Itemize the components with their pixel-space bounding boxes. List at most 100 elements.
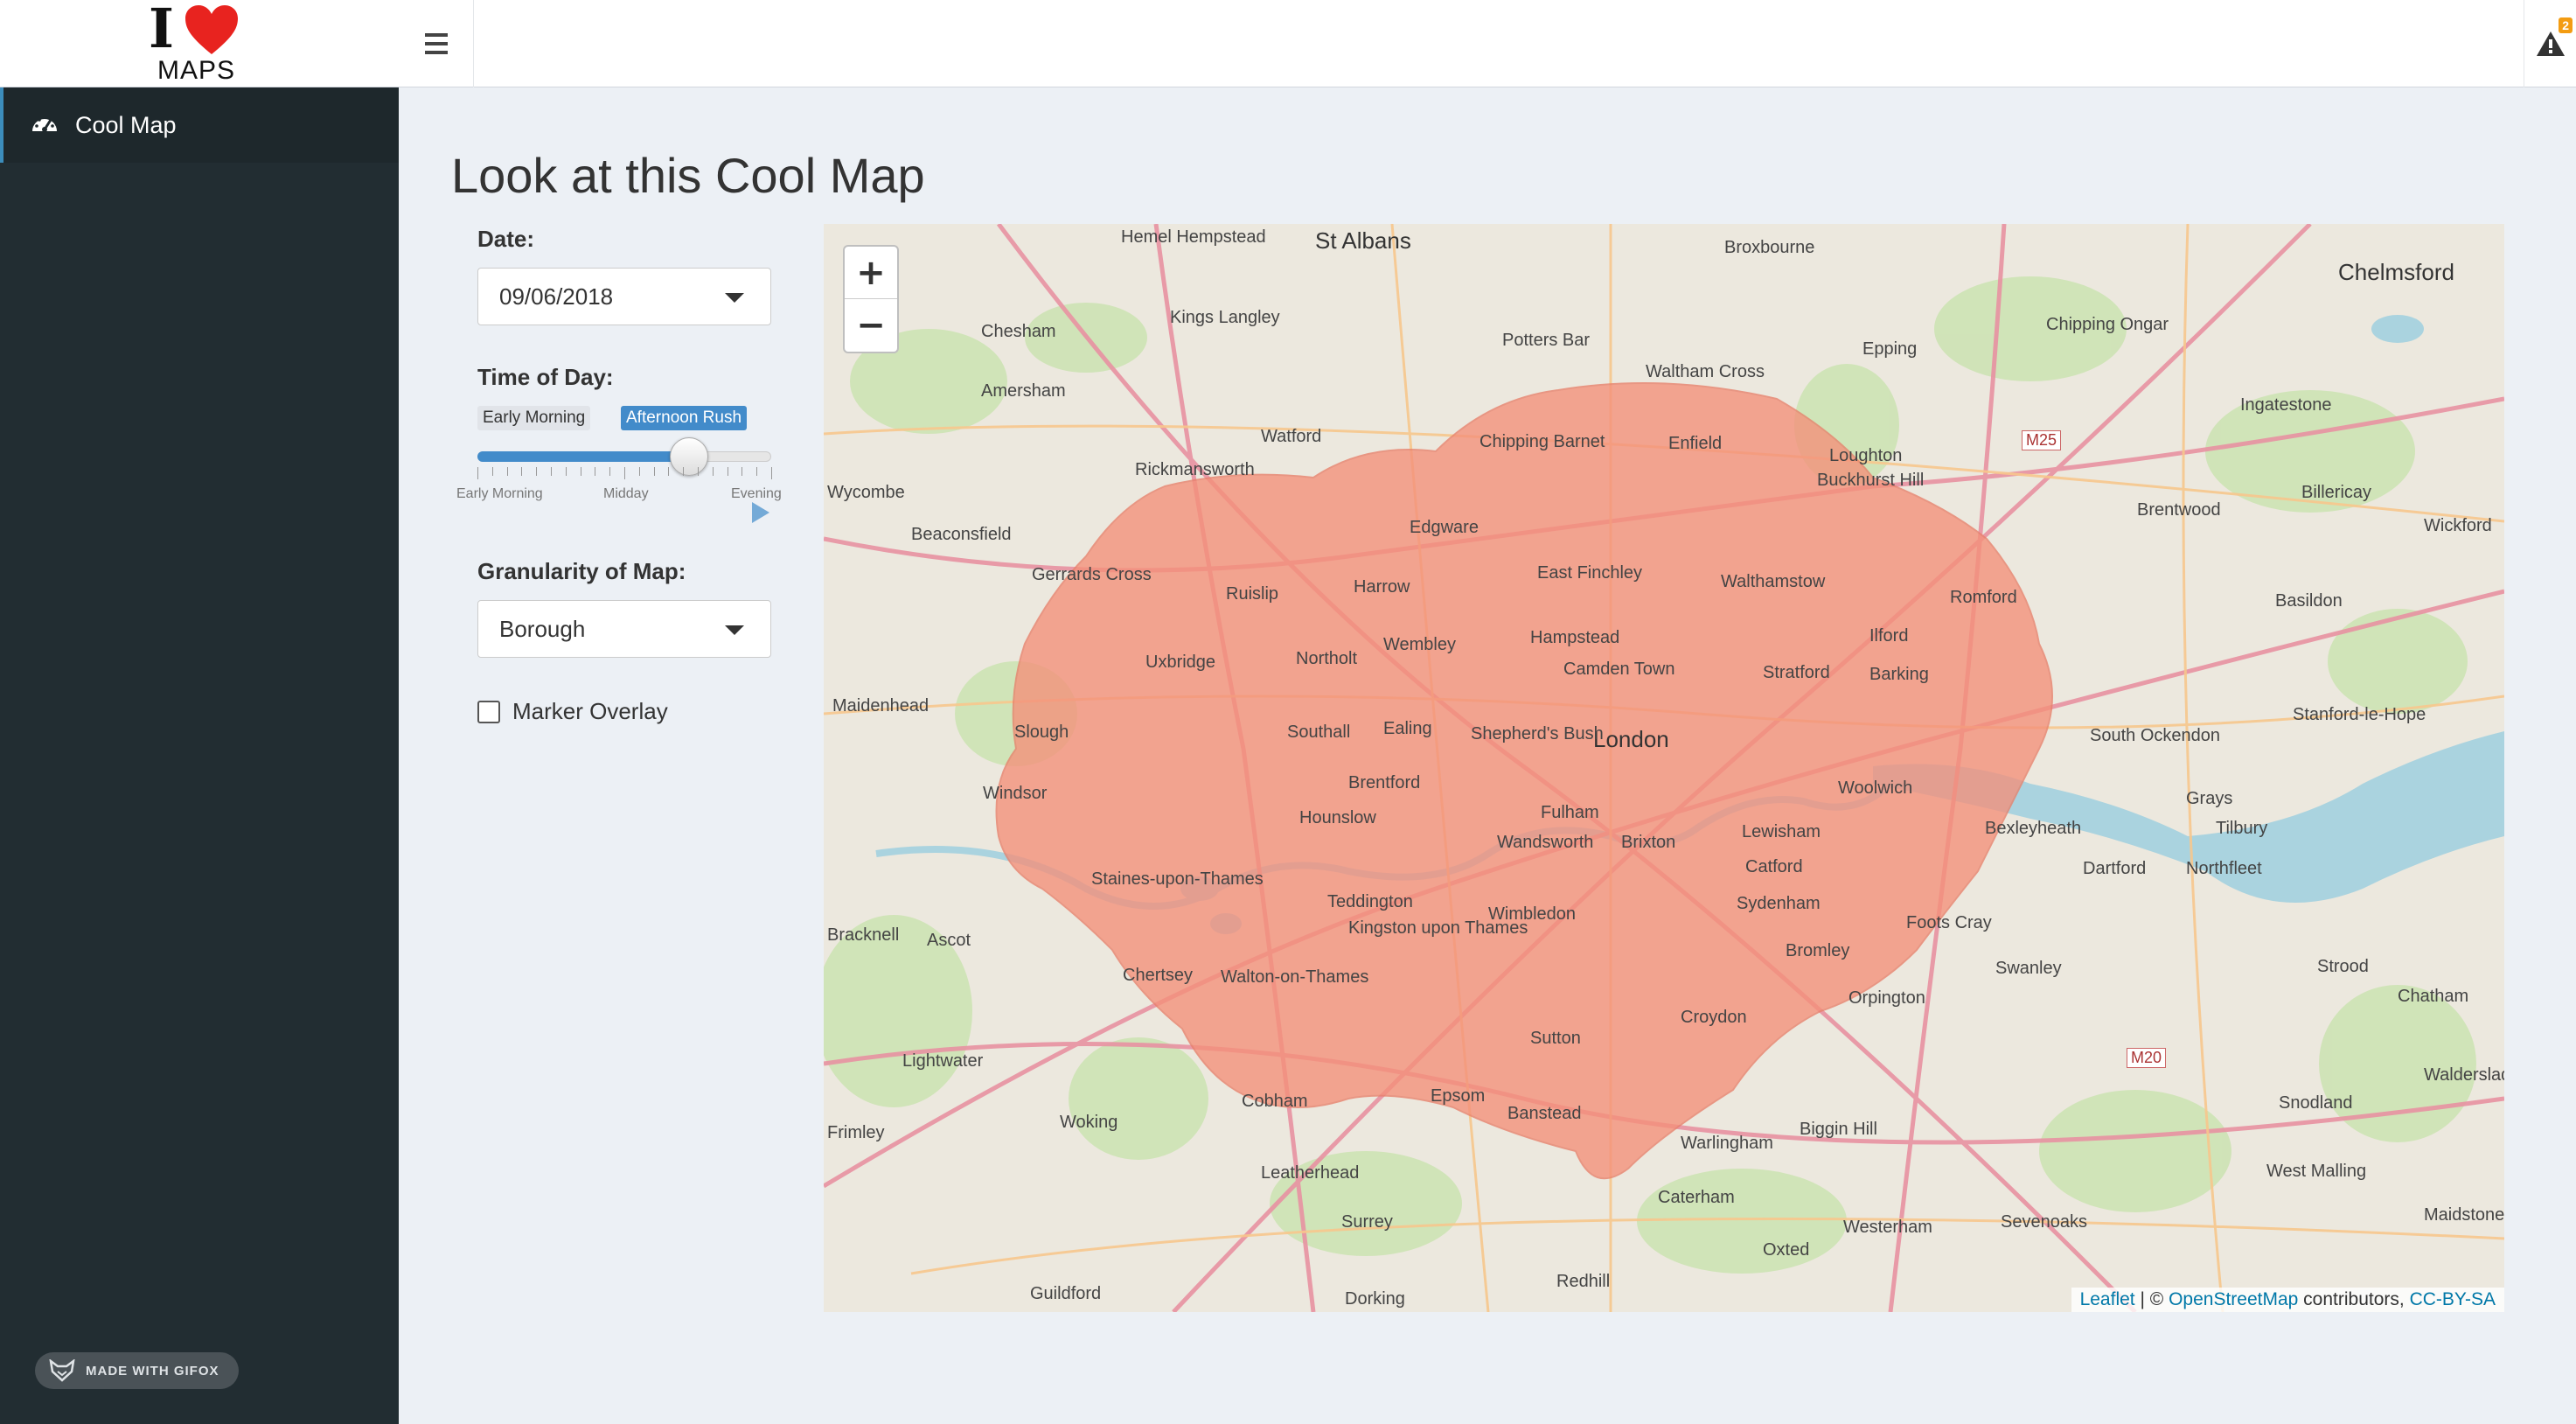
map-place-label: Gerrards Cross xyxy=(1032,565,1152,584)
slider-tick xyxy=(624,467,625,479)
map-place-label: Northolt xyxy=(1296,649,1358,668)
warning-icon xyxy=(2536,31,2565,56)
map-place-label: Wycombe xyxy=(827,483,905,502)
notification-count-badge: 2 xyxy=(2559,17,2573,33)
map-place-label: Leatherhead xyxy=(1261,1163,1360,1183)
map-place-label: Waltham Cross xyxy=(1646,362,1765,381)
map-place-label: Potters Bar xyxy=(1502,331,1591,350)
notifications-button[interactable]: 2 xyxy=(2524,0,2576,87)
map-place-label: Cobham xyxy=(1242,1092,1308,1111)
time-of-day-slider[interactable]: Early Morning Afternoon Rush Early Morni… xyxy=(455,402,796,525)
map-place-label: Ascot xyxy=(927,931,971,950)
map-place-label: Stratford xyxy=(1763,663,1830,682)
map-place-label: Stanford-le-Hope xyxy=(2293,705,2426,724)
map-place-label: Harrow xyxy=(1354,577,1410,597)
slider-tick xyxy=(741,467,743,476)
map-place-label: Catford xyxy=(1745,857,1803,876)
app-logo[interactable]: I MAPS xyxy=(0,0,399,87)
map-place-label: Broxbourne xyxy=(1724,238,1815,257)
slider-tick xyxy=(638,467,640,476)
license-link[interactable]: CC-BY-SA xyxy=(2410,1289,2496,1309)
map-place-label: Epping xyxy=(1862,339,1918,359)
map-place-label: Chelmsford xyxy=(2338,259,2454,285)
map-place-label: Kings Langley xyxy=(1170,308,1280,327)
date-picker[interactable]: 09/06/2018 xyxy=(477,268,771,325)
map-place-label: Amersham xyxy=(981,381,1066,401)
gifox-badge[interactable]: MADE WITH GIFOX xyxy=(35,1352,239,1389)
map-place-label: Brentford xyxy=(1348,773,1421,792)
map-place-label: South Ockendon xyxy=(2090,726,2220,745)
map-place-label: Oxted xyxy=(1763,1240,1810,1260)
sidebar-toggle-button[interactable] xyxy=(399,0,474,87)
map-place-label: Southall xyxy=(1287,722,1351,742)
map-place-label: Ruislip xyxy=(1226,584,1279,604)
map-place-label: Chatham xyxy=(2398,987,2469,1006)
map-place-label: Biggin Hill xyxy=(1800,1120,1877,1139)
checkbox-box[interactable] xyxy=(477,700,500,723)
map-canvas[interactable]: St Albans Chelmsford London Hemel Hempst… xyxy=(824,224,2504,1312)
map-place-label: Caterham xyxy=(1658,1188,1735,1207)
caret-down-icon xyxy=(725,625,744,635)
map-place-label: Swanley xyxy=(1995,959,2062,978)
granularity-value: Borough xyxy=(499,615,586,642)
map-place-label: Loughton xyxy=(1829,446,1903,465)
map-place-label: Woolwich xyxy=(1838,778,1913,798)
slider-tick xyxy=(477,467,478,479)
slider-tick xyxy=(521,467,523,476)
map-place-label: Watford xyxy=(1261,427,1322,446)
play-animation-icon[interactable] xyxy=(752,502,769,523)
map-place-label: Warlingham xyxy=(1681,1134,1773,1153)
map-place-label: Fulham xyxy=(1541,803,1599,822)
map-place-label: St Albans xyxy=(1315,227,1411,254)
slider-tick xyxy=(565,467,567,476)
map-place-label: West Malling xyxy=(2266,1162,2367,1181)
zoom-out-button[interactable]: − xyxy=(845,299,897,352)
slider-tick xyxy=(506,467,508,476)
granularity-label: Granularity of Map: xyxy=(477,558,686,584)
map-place-label: Northfleet xyxy=(2186,859,2262,878)
caret-down-icon xyxy=(725,293,744,303)
map-place-label: Westerham xyxy=(1843,1218,1932,1237)
map-place-label: Uxbridge xyxy=(1145,653,1216,672)
map-place-label: Ilford xyxy=(1869,626,1909,646)
map-place-label: Slough xyxy=(1014,722,1069,742)
leaflet-link[interactable]: Leaflet xyxy=(2080,1289,2135,1309)
map-place-label: Buckhurst Hill xyxy=(1817,471,1925,490)
map-place-label: Hemel Hempstead xyxy=(1121,227,1266,247)
map-place-label: Snodland xyxy=(2279,1093,2353,1113)
map-place-label: Epsom xyxy=(1431,1086,1486,1106)
map-place-label: Chipping Ongar xyxy=(2046,315,2169,334)
zoom-in-button[interactable]: + xyxy=(845,247,897,299)
map-place-label: Orpington xyxy=(1848,988,1925,1008)
map-place-label: Sydenham xyxy=(1737,894,1821,913)
map-place-label: Bexleyheath xyxy=(1985,819,2082,838)
map-place-label: Beaconsfield xyxy=(911,525,1012,544)
slider-tick xyxy=(609,467,611,476)
slider-tick xyxy=(653,467,655,476)
gifox-label: MADE WITH GIFOX xyxy=(86,1363,219,1379)
dashboard-icon xyxy=(32,115,57,132)
map-place-label: Teddington xyxy=(1327,892,1413,911)
map-place-label: Chipping Barnet xyxy=(1479,432,1605,451)
granularity-select[interactable]: Borough xyxy=(477,600,771,658)
map-place-label: Ealing xyxy=(1383,719,1432,738)
slider-tick-label: Early Morning xyxy=(456,486,543,501)
map-basemap xyxy=(824,224,2504,1312)
map-place-label: Wimbledon xyxy=(1488,904,1577,924)
map-place-label: East Finchley xyxy=(1537,563,1643,583)
map-place-label: Rickmansworth xyxy=(1135,460,1255,479)
map-place-label: Basildon xyxy=(2275,591,2343,611)
map-place-label: Wickford xyxy=(2424,516,2492,535)
slider-tick xyxy=(698,467,699,476)
osm-link[interactable]: OpenStreetMap xyxy=(2169,1289,2298,1309)
map-place-label: Windsor xyxy=(983,784,1048,803)
map-place-label: Billericay xyxy=(2301,483,2372,502)
marker-overlay-checkbox[interactable]: Marker Overlay xyxy=(477,698,668,725)
slider-tick xyxy=(536,467,538,476)
map-place-label: Maidenhead xyxy=(832,696,929,715)
road-shield: M20 xyxy=(2127,1048,2167,1068)
logo-letter: I xyxy=(149,0,175,60)
map-attribution: Leaflet | © OpenStreetMap contributors, … xyxy=(2071,1288,2504,1312)
map-place-label: Redhill xyxy=(1556,1272,1611,1291)
sidebar-item-cool-map[interactable]: Cool Map xyxy=(0,87,399,163)
